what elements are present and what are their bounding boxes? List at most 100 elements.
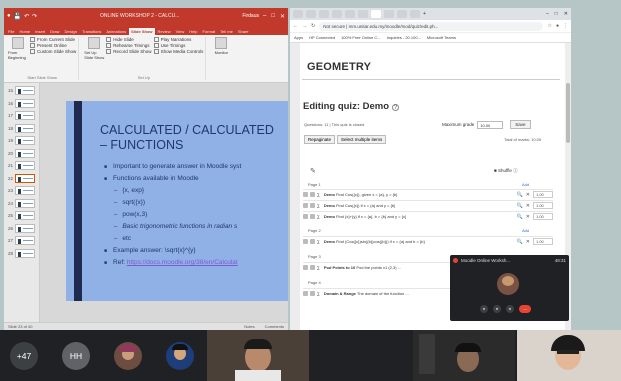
custom-show-button[interactable]: Custom Slide Show <box>30 49 76 54</box>
current-slide[interactable]: CALCULATED / CALCULATED– FUNCTIONS Impor… <box>66 101 288 301</box>
slide-thumbnail[interactable]: 23 <box>5 185 38 196</box>
bookmark-item[interactable]: HP Connected <box>309 35 335 40</box>
delete-icon[interactable]: ✕ <box>526 192 530 198</box>
forward-icon[interactable]: → <box>302 23 307 29</box>
slide-thumbnail[interactable]: 26 <box>5 223 38 234</box>
participant-video[interactable] <box>207 330 309 381</box>
preview-icon[interactable]: 🔍 <box>517 192 523 198</box>
drag-icon[interactable] <box>310 239 315 244</box>
address-bar[interactable]: Not secure | mrs.unitar.edu.my/moodle/mo… <box>319 21 544 31</box>
question-row[interactable]: ∑ Demo Find Cos({x}), given x = {a}, y =… <box>303 189 553 199</box>
microphone-icon[interactable]: ● <box>493 305 501 313</box>
tab-animations[interactable]: Animations <box>104 28 128 35</box>
drag-icon[interactable] <box>310 291 315 296</box>
undo-icon[interactable]: ↶ <box>24 13 29 20</box>
participant-avatar[interactable] <box>166 342 194 370</box>
minimize-icon[interactable]: – <box>546 11 549 17</box>
add-menu[interactable]: Add <box>522 182 529 187</box>
redo-icon[interactable]: ↷ <box>32 13 37 20</box>
add-menu[interactable]: Add <box>522 228 529 233</box>
move-handle-icon[interactable] <box>303 239 308 244</box>
bookmark-item[interactable]: 100% Free Online C... <box>341 35 381 40</box>
slide-thumbnail[interactable]: 20 <box>5 148 38 159</box>
slide-thumbnail[interactable]: 17 <box>5 110 38 121</box>
maximize-icon[interactable]: □ <box>271 13 275 20</box>
help-icon[interactable]: ⓘ <box>513 168 518 173</box>
save-icon[interactable]: 💾 <box>14 13 21 20</box>
slide-thumbnail[interactable]: 28 <box>5 248 38 259</box>
ppt-account[interactable]: Firdaus <box>242 13 259 19</box>
star-icon[interactable]: ☆ <box>547 23 551 29</box>
tab-file[interactable]: File <box>6 28 16 35</box>
browser-tab[interactable] <box>345 10 355 18</box>
slide-bullets[interactable]: Important to generate answer in Moodle s… <box>104 161 241 269</box>
browser-tab[interactable] <box>410 10 420 18</box>
maximize-icon[interactable]: □ <box>555 11 558 17</box>
menu-icon[interactable]: ⋮ <box>563 23 568 29</box>
slide-editor[interactable]: CALCULATED / CALCULATED– FUNCTIONS Impor… <box>40 83 288 322</box>
drag-icon[interactable] <box>310 203 315 208</box>
edit-pencil-icon[interactable]: ✎ <box>310 167 316 175</box>
question-row[interactable]: ∑ Demo Find Cos({x}) if x = {a} and y = … <box>303 200 553 210</box>
present-online-button[interactable]: Present Online <box>30 43 76 48</box>
question-mark-input[interactable]: 1.00 <box>533 238 553 245</box>
preview-icon[interactable]: 🔍 <box>517 203 523 209</box>
question-mark-input[interactable]: 1.00 <box>533 213 553 220</box>
browser-tab-active[interactable] <box>371 10 381 18</box>
question-mark-input[interactable]: 1.00 <box>533 191 553 198</box>
close-icon[interactable]: ✕ <box>280 13 285 20</box>
delete-icon[interactable]: ✕ <box>526 203 530 209</box>
participant-avatar[interactable] <box>114 342 142 370</box>
close-icon[interactable]: ✕ <box>564 11 568 17</box>
more-participants-chip[interactable]: +47 <box>10 342 38 370</box>
from-beginning-button[interactable]: From Beginning <box>8 37 28 60</box>
preview-icon[interactable]: 🔍 <box>517 214 523 220</box>
notes-button[interactable]: Notes <box>244 324 254 329</box>
participant-initials-avatar[interactable]: HH <box>62 342 90 370</box>
monitor-button[interactable]: Monitor <box>211 37 231 55</box>
move-handle-icon[interactable] <box>303 192 308 197</box>
select-multiple-button[interactable]: Select multiple items <box>337 135 387 144</box>
question-row[interactable]: ∑ Demo Find (Cos({x})sin({b})cos({b})) i… <box>303 236 553 246</box>
repaginate-button[interactable]: Repaginate <box>304 135 336 144</box>
browser-tab[interactable] <box>397 10 407 18</box>
shuffle-checkbox[interactable]: ■ Shuffle ⓘ <box>494 168 518 174</box>
tab-help[interactable]: Help <box>187 28 199 35</box>
move-handle-icon[interactable] <box>303 265 308 270</box>
move-handle-icon[interactable] <box>303 291 308 296</box>
from-current-button[interactable]: From Current Slide <box>30 37 76 42</box>
camera-icon[interactable]: ● <box>480 305 488 313</box>
minimize-icon[interactable]: – <box>263 13 266 20</box>
bookmark-item[interactable]: Microsoft Teams <box>427 35 456 40</box>
question-mark-input[interactable]: 1.00 <box>533 202 553 209</box>
tab-home[interactable]: Home <box>17 28 32 35</box>
hide-slide-button[interactable]: Hide Slide <box>106 37 151 42</box>
tab-format[interactable]: Format <box>200 28 217 35</box>
end-call-button[interactable]: — <box>519 305 531 313</box>
slide-thumbnail[interactable]: 18 <box>5 123 38 134</box>
drag-icon[interactable] <box>310 265 315 270</box>
bookmark-apps[interactable]: Apps <box>294 35 303 40</box>
save-button[interactable]: Save <box>510 120 531 129</box>
delete-icon[interactable]: ✕ <box>526 214 530 220</box>
browser-tab[interactable] <box>384 10 394 18</box>
tab-transitions[interactable]: Transitions <box>80 28 103 35</box>
profile-icon[interactable]: ● <box>556 23 559 29</box>
browser-tab[interactable] <box>332 10 342 18</box>
slide-thumbnail[interactable]: 24 <box>5 198 38 209</box>
slide-thumbnail[interactable]: 19 <box>5 135 38 146</box>
slide-thumbnail[interactable]: 27 <box>5 235 38 246</box>
slide-thumbnail-pane[interactable]: 15 16 17 18 19 20 21 22 23 24 25 26 27 2… <box>4 83 40 322</box>
slide-thumbnail[interactable]: 15 <box>5 85 38 96</box>
browser-tab[interactable] <box>293 10 303 18</box>
tab-design[interactable]: Design <box>62 28 78 35</box>
help-icon[interactable]: ? <box>392 104 400 111</box>
preview-icon[interactable]: 🔍 <box>517 239 523 245</box>
slide-thumbnail[interactable]: 16 <box>5 98 38 109</box>
slide-thumbnail[interactable]: 25 <box>5 210 38 221</box>
max-grade-input[interactable]: 10.00 <box>477 120 504 129</box>
ref-link[interactable]: https://docs.moodle.org/38/en/Calculat <box>127 259 238 266</box>
new-tab-icon[interactable]: + <box>423 11 426 17</box>
tab-draw[interactable]: Draw <box>48 28 61 35</box>
browser-tab[interactable] <box>358 10 368 18</box>
